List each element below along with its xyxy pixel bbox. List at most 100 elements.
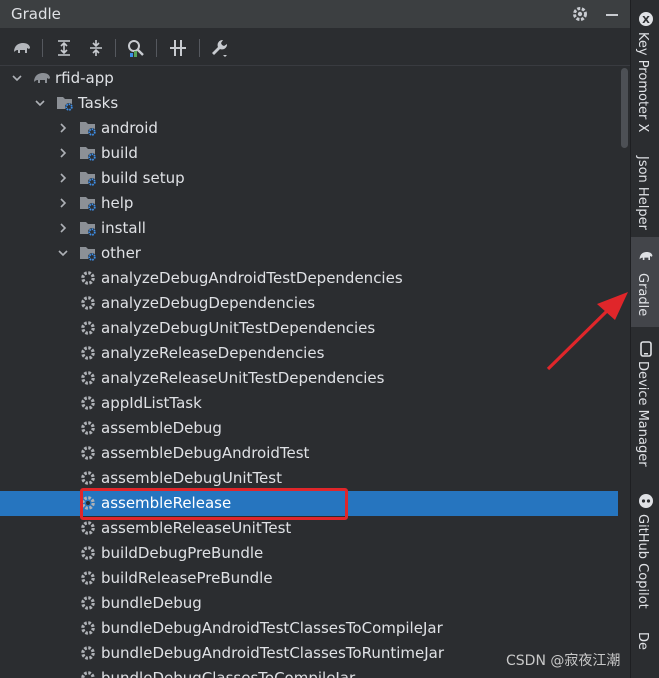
tree-node-label: buildDebugPreBundle — [101, 544, 264, 562]
stripe-tab-label: Key Promoter X — [635, 32, 650, 133]
tree-node-label: buildReleasePreBundle — [101, 569, 273, 587]
collapse-all-icon[interactable] — [84, 36, 108, 60]
toggle-offline-icon[interactable] — [166, 36, 190, 60]
tree-node-label: other — [101, 244, 141, 262]
tree-node-label: analyzeReleaseUnitTestDependencies — [101, 369, 385, 387]
tree-node-task[interactable]: assembleDebugAndroidTest — [0, 441, 618, 466]
gradle-elephant-icon — [637, 247, 654, 264]
chevron-down-icon[interactable] — [56, 245, 70, 259]
stripe-tab-key-promoter-x[interactable]: X Key Promoter X — [631, 0, 659, 140]
task-gear-icon — [79, 644, 97, 662]
tree-node-label: analyzeDebugDependencies — [101, 294, 316, 312]
tree-node-group[interactable]: build setup — [0, 166, 618, 191]
chevron-right-icon[interactable] — [56, 195, 70, 209]
tree-node-task[interactable]: appIdListTask — [0, 391, 618, 416]
tree-node-label: bundleDebugAndroidTestClassesToRuntimeJa… — [101, 644, 445, 662]
stripe-tab-label: Json Helper — [635, 156, 650, 230]
tree-node-group[interactable]: install — [0, 216, 618, 241]
tool-window-header: Gradle — [0, 0, 630, 28]
chevron-right-icon[interactable] — [56, 120, 70, 134]
stripe-tab-github-copilot[interactable]: GitHub Copilot — [631, 484, 659, 612]
tree-node-task[interactable]: buildDebugPreBundle — [0, 541, 618, 566]
right-tool-stripe: X Key Promoter X Json Helper Gradle Device M… — [630, 0, 659, 678]
tree-node-label: Tasks — [78, 94, 119, 112]
tree-node-group[interactable]: android — [0, 116, 618, 141]
tree-node-task[interactable]: analyzeDebugUnitTestDependencies — [0, 316, 618, 341]
task-gear-icon — [79, 569, 97, 587]
gradle-elephant-icon[interactable] — [10, 36, 34, 60]
tree-node-label: install — [101, 219, 146, 237]
stripe-tab-gradle[interactable]: Gradle — [631, 237, 659, 327]
tree-node-label: analyzeDebugUnitTestDependencies — [101, 319, 376, 337]
tree-node-group[interactable]: other — [0, 241, 618, 266]
task-folder-icon — [79, 169, 97, 187]
tree-node-task[interactable]: bundleDebug — [0, 591, 618, 616]
chevron-right-icon[interactable] — [56, 170, 70, 184]
gradle-tool-window: Gradle rfid-app Tasks android build buil… — [0, 0, 630, 678]
chevron-right-icon[interactable] — [56, 145, 70, 159]
analyze-dependencies-icon[interactable] — [124, 36, 148, 60]
task-gear-icon — [79, 269, 97, 287]
svg-text:X: X — [642, 15, 650, 26]
gradle-toolbar — [0, 28, 630, 66]
copilot-icon — [637, 492, 654, 509]
tree-node-group[interactable]: build — [0, 141, 618, 166]
task-gear-icon — [79, 369, 97, 387]
tree-node-label: analyzeDebugAndroidTestDependencies — [101, 269, 403, 287]
tree-node-task[interactable]: analyzeReleaseUnitTestDependencies — [0, 366, 618, 391]
tree-node-label: analyzeReleaseDependencies — [101, 344, 325, 362]
stripe-tab-label: De — [635, 632, 650, 651]
tree-node-task[interactable]: analyzeDebugAndroidTestDependencies — [0, 266, 618, 291]
task-gear-icon — [79, 544, 97, 562]
build-settings-icon[interactable] — [208, 36, 232, 60]
task-gear-icon — [79, 444, 97, 462]
tree-node-label: assembleDebugUnitTest — [101, 469, 282, 487]
task-gear-icon — [79, 469, 97, 487]
scrollbar-thumb[interactable] — [621, 68, 628, 148]
toolbar-separator — [156, 39, 157, 57]
tree-node-task[interactable]: analyzeReleaseDependencies — [0, 341, 618, 366]
device-manager-icon — [637, 340, 654, 357]
key-promoter-icon: X — [637, 10, 654, 27]
tree-node-label: bundleDebugClassesToCompileJar — [101, 669, 356, 678]
tree-node-label: appIdListTask — [101, 394, 202, 412]
tree-node-label: build — [101, 144, 138, 162]
expand-all-icon[interactable] — [52, 36, 76, 60]
task-folder-icon — [79, 119, 97, 137]
task-folder-icon — [56, 94, 74, 112]
tree-node-label: assembleDebugAndroidTest — [101, 444, 310, 462]
tree-node-task[interactable]: bundleDebugAndroidTestClassesToCompileJa… — [0, 616, 618, 641]
tree-node-label: bundleDebug — [101, 594, 202, 612]
task-gear-icon — [79, 419, 97, 437]
stripe-tab-label: GitHub Copilot — [635, 514, 650, 609]
tree-node-task[interactable]: analyzeDebugDependencies — [0, 291, 618, 316]
toolbar-separator — [42, 39, 43, 57]
chevron-down-icon[interactable] — [10, 70, 24, 84]
stripe-tab-label: Device Manager — [635, 361, 650, 467]
tree-node-tasks[interactable]: Tasks — [0, 91, 618, 116]
tree-node-group[interactable]: help — [0, 191, 618, 216]
gradle-elephant-icon — [33, 69, 51, 87]
tree-scrollbar[interactable] — [619, 66, 630, 678]
chevron-right-icon[interactable] — [56, 220, 70, 234]
stripe-tab-de[interactable]: De — [631, 616, 659, 678]
task-gear-icon — [79, 669, 97, 678]
minimize-icon[interactable] — [601, 3, 623, 25]
tree-node-task[interactable]: assembleDebug — [0, 416, 618, 441]
toolbar-separator — [115, 39, 116, 57]
chevron-down-icon[interactable] — [33, 95, 47, 109]
tree-node-task[interactable]: buildReleasePreBundle — [0, 566, 618, 591]
task-gear-icon — [79, 344, 97, 362]
stripe-tab-json-helper[interactable]: Json Helper — [631, 145, 659, 237]
task-folder-icon — [79, 144, 97, 162]
tree-node-label: bundleDebugAndroidTestClassesToCompileJa… — [101, 619, 443, 637]
gradle-project-tree[interactable]: rfid-app Tasks android build build setup help… — [0, 66, 618, 678]
task-folder-icon — [79, 194, 97, 212]
gear-icon[interactable] — [569, 3, 591, 25]
tree-node-label: rfid-app — [55, 69, 114, 87]
stripe-tab-device-manager[interactable]: Device Manager — [631, 332, 659, 480]
tree-node-project[interactable]: rfid-app — [0, 66, 618, 91]
task-gear-icon — [79, 319, 97, 337]
task-gear-icon — [79, 394, 97, 412]
tree-node-label: assembleReleaseUnitTest — [101, 519, 292, 537]
